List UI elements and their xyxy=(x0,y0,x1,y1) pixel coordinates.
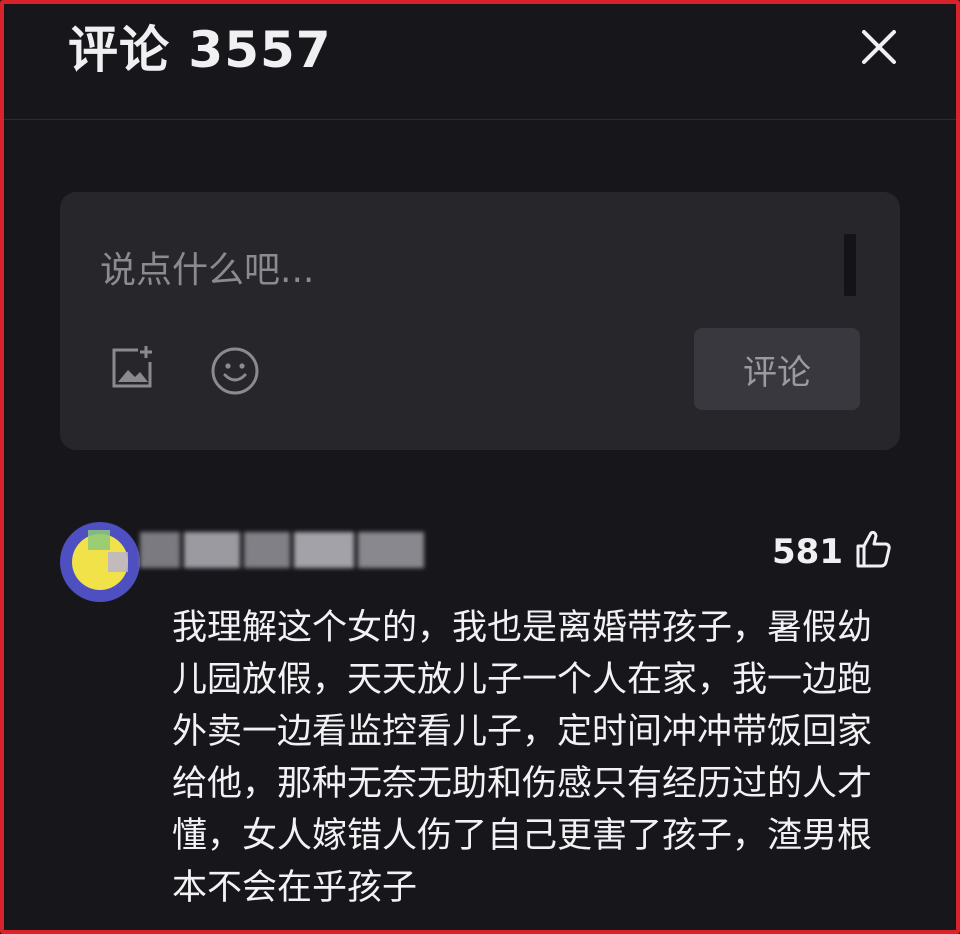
thumbs-up-icon xyxy=(856,530,891,568)
input-scrollbar[interactable] xyxy=(844,234,856,296)
comment-body: 我理解这个女的，我也是离婚带孩子，暑假幼儿园放假，天天放儿子一个人在家，我一边跑… xyxy=(172,608,873,908)
like-count: 581 xyxy=(772,532,843,572)
comment-item: 581 我理解这个女的，我也是离婚带孩子，暑假幼儿园放假，天天放儿子一个人在家，… xyxy=(60,520,900,910)
add-image-icon xyxy=(112,346,152,388)
panel-header: 评论 3557 xyxy=(4,4,956,120)
emoji-icon xyxy=(211,347,259,395)
close-icon xyxy=(862,30,896,64)
avatar[interactable] xyxy=(60,522,140,602)
submit-comment-button[interactable]: 评论 xyxy=(694,328,860,410)
like-button[interactable] xyxy=(852,528,894,570)
comments-title: 评论 3557 xyxy=(68,21,332,79)
add-image-button[interactable] xyxy=(108,344,156,392)
close-button[interactable] xyxy=(856,24,902,70)
username-redacted[interactable] xyxy=(140,532,424,568)
comment-input[interactable] xyxy=(100,244,820,296)
avatar-pixelation xyxy=(88,530,110,550)
avatar-pixelation xyxy=(108,552,128,572)
comments-panel: 评论 3557 评论 xyxy=(0,0,960,934)
comment-composer: 评论 xyxy=(60,192,900,450)
emoji-button[interactable] xyxy=(210,346,260,396)
